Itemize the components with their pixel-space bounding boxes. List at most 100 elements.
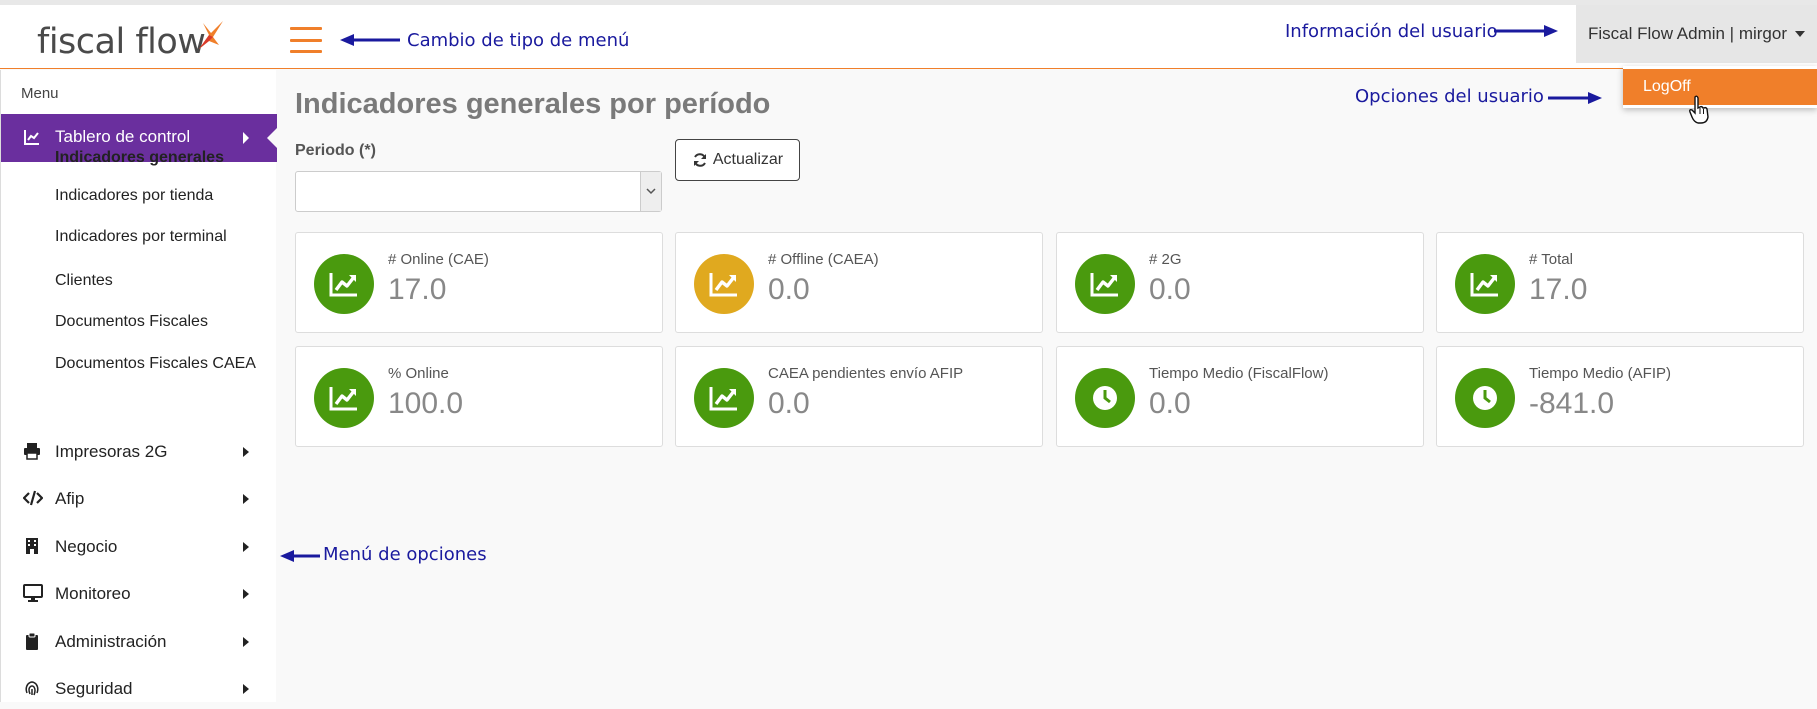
periodo-select[interactable]: [295, 171, 662, 212]
menu-toggle-button[interactable]: [290, 27, 322, 53]
submenu-clientes[interactable]: Clientes: [55, 272, 113, 290]
caret-right-icon: [243, 684, 249, 694]
chart-line-icon: [1470, 273, 1498, 297]
chart-line-icon: [709, 387, 737, 411]
indicator-card: CAEA pendientes envío AFIP 0.0: [675, 346, 1043, 447]
indicator-icon-circle: [314, 368, 374, 428]
clock-icon: [1093, 386, 1117, 410]
annotation-user-info: Información del usuario: [1285, 21, 1498, 42]
caret-right-icon: [243, 494, 249, 504]
chart-line-icon: [24, 130, 39, 145]
caret-right-icon: [243, 589, 249, 599]
annotation-arrow-right-icon: [1548, 92, 1602, 104]
annotation-options-menu: Menú de opciones: [323, 544, 487, 565]
indicator-card: # 2G 0.0: [1056, 232, 1424, 333]
code-icon: [23, 490, 43, 506]
indicator-value: 17.0: [1529, 273, 1588, 306]
indicator-icon-circle: [694, 368, 754, 428]
indicator-card: Tiempo Medio (AFIP) -841.0: [1436, 346, 1804, 447]
indicator-value: 0.0: [1149, 387, 1191, 420]
sidebar-header: Menu: [21, 85, 59, 102]
fingerprint-icon: [25, 681, 39, 696]
chevron-down-icon: [646, 188, 656, 195]
annotation-user-options: Opciones del usuario: [1355, 86, 1544, 107]
indicator-card: # Offline (CAEA) 0.0: [675, 232, 1043, 333]
indicator-icon-circle: [1455, 254, 1515, 314]
indicator-label: Tiempo Medio (FiscalFlow): [1149, 365, 1329, 382]
indicator-label: CAEA pendientes envío AFIP: [768, 365, 964, 382]
user-menu-button[interactable]: Fiscal Flow Admin | mirgor: [1576, 5, 1817, 63]
sidebar-item-label: Seguridad: [55, 679, 133, 698]
sidebar-item-label: Tablero de control: [55, 127, 191, 146]
page-title: Indicadores generales por período: [295, 88, 771, 120]
sidebar-item-label: Impresoras 2G: [55, 442, 168, 461]
indicator-value: -841.0: [1529, 387, 1615, 420]
indicator-value: 100.0: [388, 387, 464, 420]
indicator-icon-circle: [1075, 368, 1135, 428]
sidebar-item-impresoras[interactable]: Impresoras 2G: [1, 432, 277, 472]
submenu-documentos-fiscales-caea[interactable]: Documentos Fiscales CAEA: [55, 355, 256, 373]
indicator-card: % Online 100.0: [295, 346, 663, 447]
indicator-label: # Total: [1529, 251, 1573, 268]
monitor-icon: [23, 584, 43, 602]
indicator-label: % Online: [388, 365, 449, 382]
annotation-arrow-left-icon: [280, 550, 320, 562]
annotation-menu-type: Cambio de tipo de menú: [407, 30, 630, 51]
app-logo[interactable]: fiscal flow: [37, 22, 206, 62]
annotation-arrow-right-icon: [1494, 25, 1558, 37]
periodo-label: Periodo (*): [295, 142, 376, 159]
caret-right-icon: [243, 132, 249, 144]
caret-right-icon: [243, 542, 249, 552]
user-dropdown: LogOff: [1623, 66, 1817, 108]
caret-right-icon: [243, 637, 249, 647]
indicator-value: 0.0: [768, 387, 810, 420]
logoff-menu-item[interactable]: LogOff: [1623, 69, 1817, 105]
indicator-value: 0.0: [1149, 273, 1191, 306]
printer-icon: [24, 443, 40, 460]
annotation-arrow-left-icon: [340, 34, 400, 46]
refresh-icon: [693, 153, 706, 167]
chart-line-icon: [329, 273, 357, 297]
clock-icon: [1473, 386, 1497, 410]
chart-line-icon: [329, 387, 357, 411]
user-name: Fiscal Flow Admin | mirgor: [1587, 24, 1787, 43]
indicator-value: 0.0: [768, 273, 810, 306]
update-button-label: Actualizar: [712, 151, 784, 168]
submenu-indicadores-tienda[interactable]: Indicadores por tienda: [55, 187, 213, 205]
submenu-documentos-fiscales[interactable]: Documentos Fiscales: [55, 313, 208, 331]
building-icon: [26, 538, 38, 554]
sidebar-item-seguridad[interactable]: Seguridad: [1, 669, 277, 709]
sidebar-item-label: Monitoreo: [55, 584, 131, 603]
sidebar-item-afip[interactable]: Afip: [1, 479, 277, 519]
indicator-card: Tiempo Medio (FiscalFlow) 0.0: [1056, 346, 1424, 447]
indicator-card: # Total 17.0: [1436, 232, 1804, 333]
indicator-label: # Offline (CAEA): [768, 251, 879, 268]
indicator-icon-circle: [1455, 368, 1515, 428]
submenu-indicadores-generales[interactable]: Indicadores generales: [55, 149, 224, 167]
sidebar-item-administracion[interactable]: Administración: [1, 622, 277, 662]
sidebar-item-negocio[interactable]: Negocio: [1, 527, 277, 567]
caret-right-icon: [243, 447, 249, 457]
indicator-icon-circle: [314, 254, 374, 314]
indicator-icon-circle: [1075, 254, 1135, 314]
indicator-card: # Online (CAE) 17.0: [295, 232, 663, 333]
chart-line-icon: [709, 273, 737, 297]
indicator-label: # Online (CAE): [388, 251, 489, 268]
indicator-label: Tiempo Medio (AFIP): [1529, 365, 1671, 382]
chart-line-icon: [1090, 273, 1118, 297]
hand-cursor-icon: [1689, 95, 1709, 124]
indicator-label: # 2G: [1149, 251, 1182, 268]
sidebar-item-monitoreo[interactable]: Monitoreo: [1, 574, 277, 614]
active-notch: [267, 128, 277, 148]
select-arrow: [640, 172, 661, 211]
update-button[interactable]: Actualizar: [675, 139, 800, 181]
sidebar-item-label: Administración: [55, 632, 167, 651]
logo-mark-icon: [199, 21, 223, 49]
sidebar-item-label: Negocio: [55, 537, 118, 556]
submenu-indicadores-terminal[interactable]: Indicadores por terminal: [55, 228, 227, 246]
sidebar: Menu Tablero de control Indicadores gene…: [0, 70, 277, 702]
indicator-icon-circle: [694, 254, 754, 314]
caret-down-icon: [1795, 31, 1805, 37]
indicator-value: 17.0: [388, 273, 447, 306]
clipboard-icon: [26, 632, 38, 650]
